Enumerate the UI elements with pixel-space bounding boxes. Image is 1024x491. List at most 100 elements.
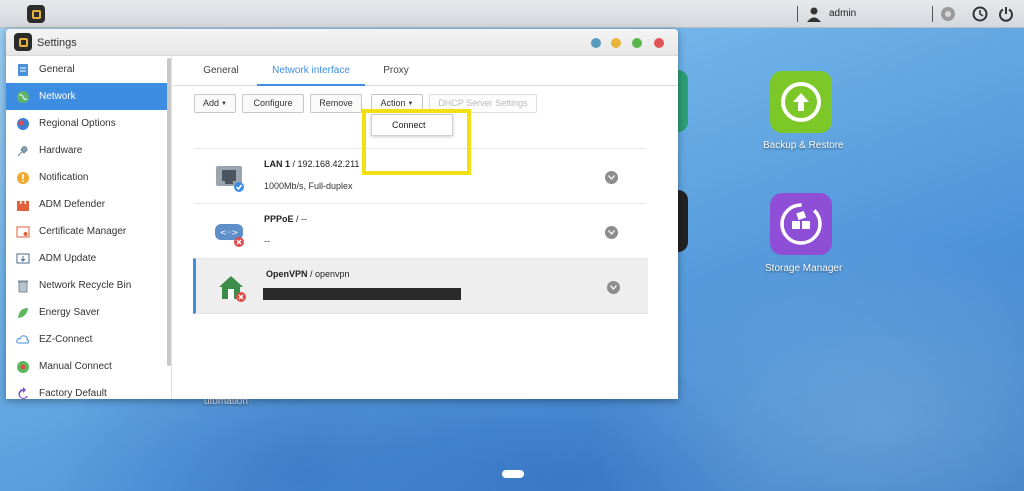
window-title: Settings xyxy=(37,37,77,49)
interface-name: LAN 1 / 192.168.42.211 xyxy=(264,159,360,169)
window-pin-button[interactable] xyxy=(591,38,601,48)
settings-app-icon[interactable] xyxy=(27,5,45,23)
power-icon[interactable] xyxy=(998,6,1014,22)
chevron-down-icon xyxy=(610,285,617,290)
desktop-app-peek[interactable] xyxy=(678,190,688,252)
user-icon[interactable] xyxy=(806,6,822,22)
sidebar-item-label: Notification xyxy=(39,172,89,183)
sidebar-item-label: General xyxy=(39,64,75,75)
sidebar-item-hardware[interactable]: Hardware xyxy=(6,137,171,164)
action-button[interactable]: Action ▼ xyxy=(371,94,423,113)
energy-icon xyxy=(16,306,30,320)
taskbar-divider xyxy=(797,6,798,22)
tab-network-interface[interactable]: Network interface xyxy=(257,56,365,86)
redacted-info xyxy=(263,288,461,300)
storage-manager-label: Storage Manager xyxy=(765,263,843,274)
interface-name: PPPoE / -- xyxy=(264,214,308,224)
taskbar: admin xyxy=(0,0,1024,28)
sidebar-item-label: Hardware xyxy=(39,145,83,156)
interface-name: OpenVPN / openvpn xyxy=(266,269,350,279)
settings-window: Settings General Network Regional Option… xyxy=(6,29,678,399)
expand-button[interactable] xyxy=(607,281,620,294)
sidebar-item-ez-connect[interactable]: EZ-Connect xyxy=(6,326,171,353)
desktop-app-peek[interactable] xyxy=(678,70,688,132)
interface-status: 1000Mb/s, Full-duplex xyxy=(264,181,353,191)
backup-icon xyxy=(781,82,821,122)
recycle-bin-icon xyxy=(16,279,30,293)
tab-proxy[interactable]: Proxy xyxy=(371,56,421,86)
hardware-icon xyxy=(16,144,30,158)
configure-button[interactable]: Configure xyxy=(242,94,304,113)
sidebar-item-label: Certificate Manager xyxy=(39,226,127,237)
dock-handle[interactable] xyxy=(502,470,524,478)
interface-row-openvpn[interactable]: OpenVPN / openvpn xyxy=(193,258,648,314)
sidebar-item-label: ADM Update xyxy=(39,253,97,264)
window-maximize-button[interactable] xyxy=(632,38,642,48)
expand-button[interactable] xyxy=(605,171,618,184)
svg-text:<··>: <··> xyxy=(220,228,239,237)
sidebar-item-label: Energy Saver xyxy=(39,307,100,318)
action-menu: Connect xyxy=(371,114,453,136)
globe-icon xyxy=(16,90,30,104)
chevron-down-icon: ▼ xyxy=(407,101,414,107)
notification-icon xyxy=(16,171,30,185)
settings-sidebar: General Network Regional Options Hardwar… xyxy=(6,56,172,399)
sidebar-item-label: Network xyxy=(39,91,76,102)
window-close-button[interactable] xyxy=(654,38,664,48)
sidebar-item-label: Factory Default xyxy=(39,388,107,399)
sidebar-item-manual-connect[interactable]: Manual Connect xyxy=(6,353,171,380)
certificate-icon xyxy=(16,225,30,239)
clock-icon[interactable] xyxy=(972,6,988,22)
tab-bar: General Network interface Proxy xyxy=(173,56,678,86)
add-button-label: Add xyxy=(203,98,220,108)
factory-default-icon xyxy=(16,386,30,400)
vpn-home-icon xyxy=(219,276,246,302)
remove-button[interactable]: Remove xyxy=(310,94,362,113)
window-titlebar[interactable]: Settings xyxy=(6,29,678,56)
manual-connect-icon xyxy=(16,360,30,374)
ethernet-icon xyxy=(216,166,244,192)
pppoe-icon: <··> xyxy=(215,224,244,247)
taskbar-divider xyxy=(932,6,933,22)
sidebar-item-label: Manual Connect xyxy=(39,361,112,372)
sidebar-item-label: ADM Defender xyxy=(39,199,106,210)
chevron-down-icon: ▼ xyxy=(221,101,227,107)
backup-restore-label: Backup & Restore xyxy=(763,140,844,151)
sidebar-item-adm-defender[interactable]: ADM Defender xyxy=(6,191,171,218)
menu-item-connect[interactable]: Connect xyxy=(392,115,452,135)
interface-row-pppoe[interactable]: <··> PPPoE / -- -- xyxy=(194,203,646,259)
expand-button[interactable] xyxy=(605,226,618,239)
chevron-down-icon xyxy=(608,230,615,235)
sidebar-item-notification[interactable]: Notification xyxy=(6,164,171,191)
settings-icon xyxy=(14,33,32,51)
sidebar-item-network-recycle-bin[interactable]: Network Recycle Bin xyxy=(6,272,171,299)
sidebar-item-label: Regional Options xyxy=(39,118,116,129)
sidebar-item-energy-saver[interactable]: Energy Saver xyxy=(6,299,171,326)
action-button-label: Action xyxy=(380,98,406,108)
storage-icon xyxy=(780,203,822,245)
storage-manager-app-icon[interactable] xyxy=(770,193,832,255)
sidebar-item-general[interactable]: General xyxy=(6,56,171,83)
defender-icon xyxy=(16,198,30,212)
cloud-icon xyxy=(16,333,30,347)
sidebar-item-certificate-manager[interactable]: Certificate Manager xyxy=(6,218,171,245)
dhcp-server-settings-button[interactable]: DHCP Server Settings xyxy=(429,94,537,113)
user-name[interactable]: admin xyxy=(829,8,856,19)
chevron-down-icon xyxy=(608,175,615,180)
sidebar-item-label: EZ-Connect xyxy=(39,334,93,345)
general-icon xyxy=(16,63,30,77)
tab-general[interactable]: General xyxy=(191,56,251,86)
sidebar-scrollbar[interactable] xyxy=(167,58,171,366)
sidebar-item-factory-default[interactable]: Factory Default xyxy=(6,380,171,399)
regional-icon xyxy=(16,117,30,131)
window-minimize-button[interactable] xyxy=(611,38,621,48)
interface-row-lan1[interactable]: LAN 1 / 192.168.42.211 1000Mb/s, Full-du… xyxy=(194,148,646,204)
sidebar-item-network[interactable]: Network xyxy=(6,83,171,110)
sidebar-item-regional-options[interactable]: Regional Options xyxy=(6,110,171,137)
interface-status: -- xyxy=(264,236,270,246)
backup-restore-app-icon[interactable] xyxy=(770,71,832,133)
sidebar-item-adm-update[interactable]: ADM Update xyxy=(6,245,171,272)
notification-icon[interactable] xyxy=(940,6,956,22)
network-panel: General Network interface Proxy Add ▼ Con… xyxy=(173,56,678,399)
add-button[interactable]: Add ▼ xyxy=(194,94,236,113)
